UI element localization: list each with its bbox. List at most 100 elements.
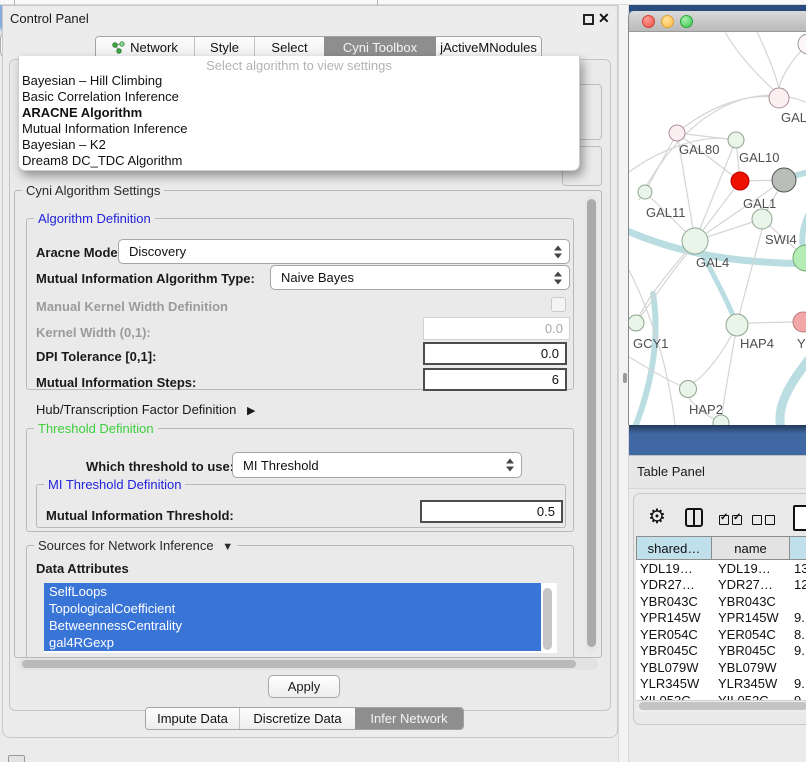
network-view-window[interactable]: GAL GAL80 GAL10 GAL1 GAL11 SWI4 GAL4 GCY… — [628, 11, 806, 425]
mi-type-value: Naive Bayes — [281, 270, 354, 285]
mi-steps-label: Mutual Information Steps: — [36, 375, 196, 390]
kernel-width-label: Kernel Width (0,1): — [36, 325, 151, 340]
settings-scrollbar-thumb[interactable] — [587, 199, 596, 647]
attribute-item-selected[interactable]: TopologicalCoefficient — [44, 600, 541, 617]
select-all-columns-icon[interactable] — [719, 512, 745, 530]
table-row[interactable]: YLR345WYLR345W9. — [636, 676, 806, 693]
dropdown-prompt: Select algorithm to view settings — [19, 58, 579, 73]
right-workspace: GAL GAL80 GAL10 GAL1 GAL11 SWI4 GAL4 GCY… — [618, 0, 806, 762]
node-label: Y — [797, 336, 806, 351]
tab-cyni-toolbox-label: Cyni Toolbox — [343, 40, 417, 55]
splitter-handle-icon[interactable] — [623, 373, 627, 383]
float-panel-button[interactable] — [583, 14, 594, 25]
tab-select[interactable]: Select — [254, 37, 324, 58]
table-row[interactable]: YBL079WYBL079W — [636, 659, 806, 676]
tab-select-label: Select — [271, 40, 307, 55]
network-nodes[interactable] — [629, 34, 806, 425]
split-columns-icon[interactable] — [685, 508, 703, 527]
close-panel-icon[interactable]: ✕ — [598, 10, 610, 27]
table-row[interactable]: YIL052CYIL052C9 — [636, 692, 806, 700]
minimize-window-button[interactable] — [661, 15, 674, 28]
manual-kernel-checkbox[interactable] — [551, 297, 566, 312]
close-window-button[interactable] — [642, 15, 655, 28]
column-header-shared[interactable]: shared… — [636, 536, 712, 560]
algorithm-definition-title: Algorithm Definition — [34, 211, 155, 226]
expanded-arrow-icon: ▼ — [222, 541, 233, 553]
network-window-titlebar[interactable] — [629, 11, 806, 32]
network-node[interactable] — [713, 415, 729, 425]
attribute-item-selected[interactable]: BetweennessCentrality — [44, 617, 541, 634]
tab-discretize-data[interactable]: Discretize Data — [239, 708, 355, 729]
aracne-mode-combobox[interactable]: Discovery — [118, 239, 570, 264]
network-node-hap4[interactable] — [726, 314, 748, 336]
spinner-arrows-icon — [506, 459, 514, 472]
minimized-panel-icon[interactable] — [8, 755, 25, 762]
tab-jactivemnodules[interactable]: jActiveMNodules — [436, 37, 541, 58]
apply-button[interactable]: Apply — [268, 675, 340, 698]
table-row[interactable]: YPR145WYPR145W9. — [636, 610, 806, 627]
table-row[interactable]: YER054CYER054C8. — [636, 626, 806, 643]
network-node[interactable] — [798, 34, 806, 54]
tab-style[interactable]: Style — [194, 37, 254, 58]
network-node-gal80[interactable] — [669, 125, 685, 141]
column-header-name[interactable]: name — [712, 536, 790, 560]
network-node[interactable] — [769, 88, 789, 108]
dropdown-item[interactable]: Mutual Information Inference — [19, 121, 579, 137]
tab-cyni-toolbox[interactable]: Cyni Toolbox — [324, 37, 436, 58]
node-label: GCY1 — [633, 336, 668, 351]
mi-type-combobox[interactable]: Naive Bayes — [270, 265, 570, 290]
spinner-arrows-icon — [554, 245, 562, 258]
table-row[interactable]: YBR043CYBR043C — [636, 593, 806, 610]
table-row[interactable]: YDL19…YDL19…13 — [636, 560, 806, 577]
dropdown-item[interactable]: Bayesian – Hill Climbing — [19, 73, 579, 89]
spinner-arrows-icon — [554, 271, 562, 284]
column-header-partial[interactable] — [790, 536, 806, 560]
dropdown-item-highlighted[interactable]: ARACNE Algorithm — [19, 105, 579, 121]
network-node-hap2[interactable] — [680, 381, 697, 398]
mi-steps-field[interactable] — [423, 368, 567, 391]
table-hscrollbar-thumb[interactable] — [639, 702, 806, 710]
sources-group-title[interactable]: Sources for Network Inference ▼ — [34, 538, 237, 553]
table-row[interactable]: YBR045CYBR045C9. — [636, 643, 806, 660]
attributes-scrollbar-thumb[interactable] — [543, 588, 552, 650]
attribute-item-selected[interactable]: SelfLoops — [44, 583, 541, 600]
panel-title: Control Panel — [10, 11, 89, 26]
which-threshold-combobox[interactable]: MI Threshold — [232, 452, 522, 478]
new-table-icon[interactable] — [793, 505, 806, 531]
network-node-selected-red[interactable] — [731, 172, 749, 190]
data-attributes-label: Data Attributes — [36, 561, 129, 576]
data-attributes-list: SelfLoops TopologicalCoefficient Between… — [44, 583, 557, 653]
mi-threshold-field[interactable] — [420, 500, 563, 523]
gear-icon[interactable]: ⚙ — [648, 507, 666, 527]
hub-definition-toggle[interactable]: Hub/Transcription Factor Definition ▶ — [36, 402, 255, 417]
tab-infer-network[interactable]: Infer Network — [355, 708, 463, 729]
tab-impute-data[interactable]: Impute Data — [146, 708, 239, 729]
tab-network[interactable]: Network — [96, 37, 194, 58]
deselect-all-columns-icon[interactable] — [752, 512, 778, 530]
network-canvas[interactable]: GAL GAL80 GAL10 GAL1 GAL11 SWI4 GAL4 GCY… — [629, 32, 806, 425]
dpi-tolerance-field[interactable] — [423, 342, 567, 365]
network-node-salmon[interactable] — [793, 312, 806, 332]
node-label: GAL10 — [739, 150, 779, 165]
table-rows: YDL19…YDL19…13 YDR27…YDR27…12 YBR043CYBR… — [636, 560, 806, 700]
table-row[interactable]: YDR27…YDR27…12 — [636, 577, 806, 594]
dropdown-item[interactable]: Bayesian – K2 — [19, 137, 579, 153]
tab-network-label: Network — [130, 40, 178, 55]
network-node-gal1[interactable] — [752, 209, 772, 229]
network-node-gal11[interactable] — [638, 185, 652, 199]
attribute-item-selected[interactable]: gal4RGexp — [44, 634, 541, 651]
network-node-gal4[interactable] — [682, 228, 708, 254]
tab-impute-data-label: Impute Data — [157, 711, 228, 726]
zoom-window-button[interactable] — [680, 15, 693, 28]
mi-threshold-label: Mutual Information Threshold: — [46, 508, 234, 523]
aracne-mode-value: Discovery — [129, 244, 186, 259]
settings-hscrollbar-thumb[interactable] — [22, 660, 576, 668]
network-node-gal10[interactable] — [728, 132, 744, 148]
dropdown-item[interactable]: Dream8 DC_TDC Algorithm — [19, 153, 579, 169]
sources-title-label: Sources for Network Inference — [38, 538, 214, 553]
network-node-gcy1[interactable] — [629, 315, 644, 331]
dropdown-item[interactable]: Basic Correlation Inference — [19, 89, 579, 105]
bottom-tabbar: Impute Data Discretize Data Infer Networ… — [145, 707, 464, 730]
kernel-width-field[interactable] — [423, 317, 570, 340]
network-node-gray[interactable] — [772, 168, 796, 192]
